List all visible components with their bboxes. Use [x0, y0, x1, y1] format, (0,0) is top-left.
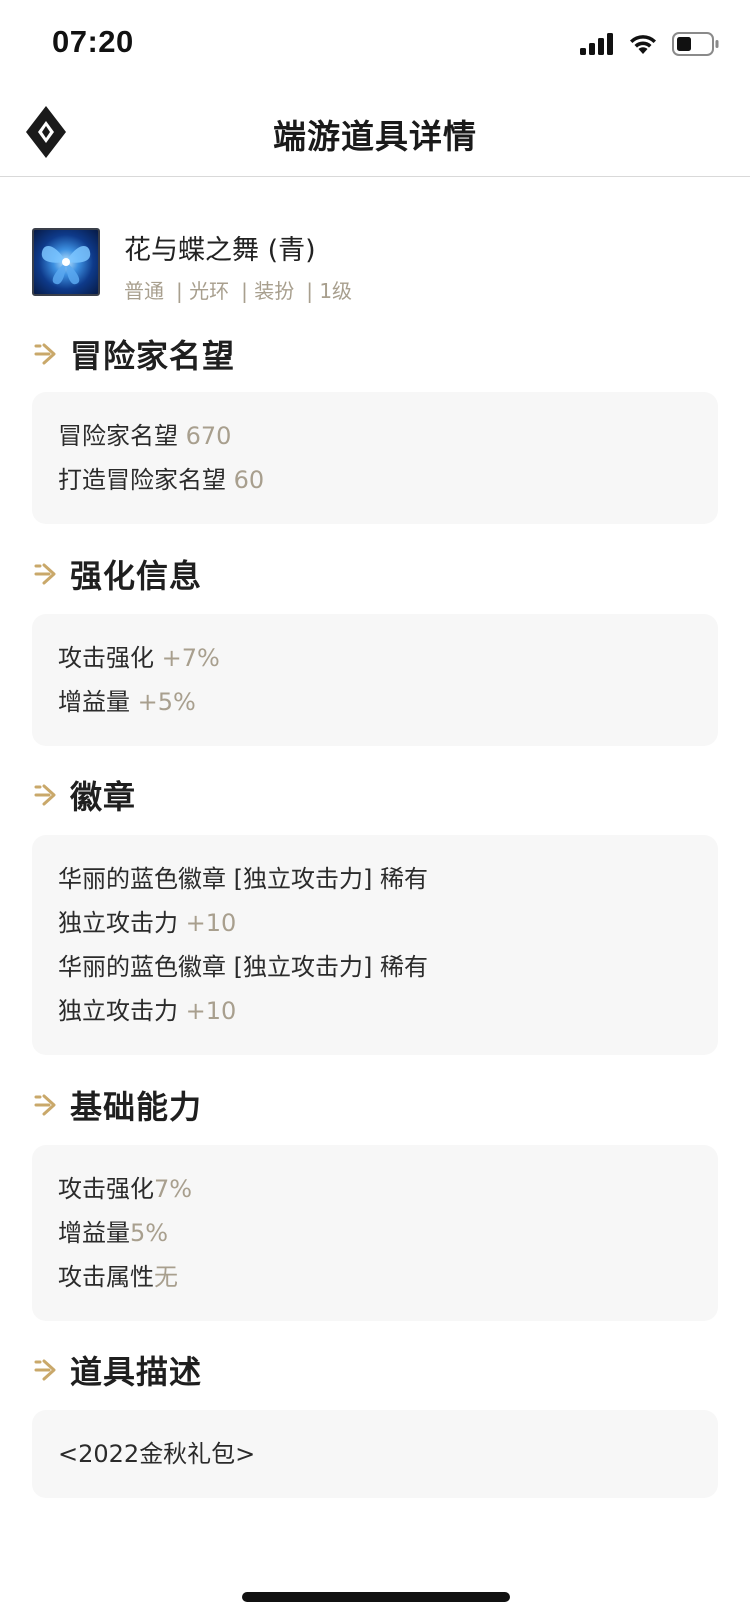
signal-icon: [580, 33, 613, 55]
base-card: 攻击强化7% 增益量5% 攻击属性无: [32, 1145, 718, 1321]
desc-card: <2022金秋礼包>: [32, 1410, 718, 1498]
home-indicator[interactable]: [242, 1592, 510, 1602]
battery-icon: [672, 32, 719, 56]
emblem-card: 华丽的蓝色徽章 [独立攻击力] 稀有 独立攻击力 +10 华丽的蓝色徽章 [独立…: [32, 835, 718, 1055]
list-item: 打造冒险家名望 60: [58, 466, 265, 494]
section-arrow-icon: [34, 343, 56, 365]
section-label: 冒险家名望: [70, 337, 236, 375]
wifi-icon: [630, 35, 656, 54]
list-item: 攻击强化7%: [58, 1175, 193, 1203]
section-emblem-title: 徽章: [32, 773, 136, 817]
list-item: 华丽的蓝色徽章 [独立攻击力] 稀有: [58, 865, 428, 893]
section-label: 徽章: [70, 778, 137, 816]
section-arrow-icon: [34, 1094, 56, 1116]
section-base-title: 基础能力: [32, 1083, 202, 1127]
item-tag-type: | 光环: [176, 279, 230, 303]
list-item: 攻击属性无: [58, 1263, 178, 1291]
nav-bar: 端游道具详情: [0, 90, 750, 177]
enhance-card: 攻击强化 +7% 增益量 +5%: [32, 614, 718, 746]
section-desc-title: 道具描述: [32, 1348, 202, 1392]
item-tags: 普通 | 光环 | 装扮 | 1级: [124, 275, 364, 304]
section-arrow-icon: [34, 784, 56, 806]
section-label: 道具描述: [70, 1353, 203, 1391]
status-bar: 07:20: [0, 0, 750, 90]
section-arrow-icon: [34, 1359, 56, 1381]
page-title: 端游道具详情: [273, 117, 477, 156]
section-enhance-title: 强化信息: [32, 552, 202, 596]
butterfly-item-icon: [32, 228, 100, 296]
section-arrow-icon: [34, 563, 56, 585]
list-item: 独立攻击力 +10: [58, 997, 237, 1025]
list-item: 华丽的蓝色徽章 [独立攻击力] 稀有: [58, 953, 428, 981]
list-item: 冒险家名望 670: [58, 422, 232, 450]
item-tag-level: | 1级: [306, 279, 353, 303]
item-tag-category: | 装扮: [241, 279, 295, 303]
list-item: 增益量5%: [58, 1219, 169, 1247]
reputation-card: 冒险家名望 670 打造冒险家名望 60: [32, 392, 718, 524]
list-item: 增益量 +5%: [58, 688, 196, 716]
section-label: 强化信息: [70, 557, 203, 595]
section-label: 基础能力: [70, 1088, 203, 1126]
item-tag-rarity: 普通: [124, 279, 164, 303]
section-reputation-title: 冒险家名望: [32, 332, 235, 376]
list-item: 攻击强化 +7%: [58, 644, 220, 672]
list-item: <2022金秋礼包>: [58, 1440, 256, 1468]
list-item: 独立攻击力 +10: [58, 909, 237, 937]
item-name: 花与蝶之舞 (青): [124, 235, 316, 266]
item-header: 花与蝶之舞 (青) 普通 | 光环 | 装扮 | 1级: [32, 228, 722, 303]
status-time: 07:20: [52, 24, 134, 59]
status-icons: [580, 32, 720, 56]
